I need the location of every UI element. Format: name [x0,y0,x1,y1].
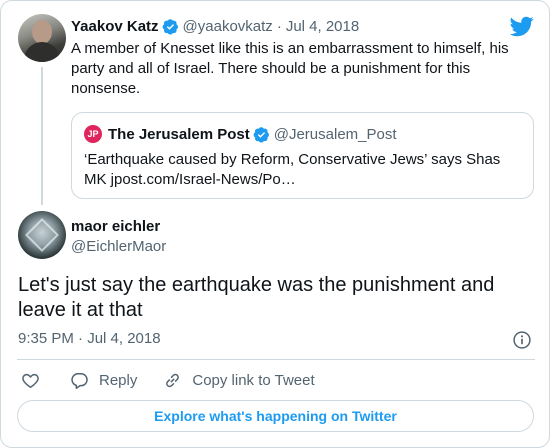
reply-button[interactable]: Reply [70,371,137,390]
twitter-bird-icon[interactable] [510,14,534,38]
like-button[interactable] [21,371,40,390]
tweet-embed-card: Yaakov Katz @yaakovkatz · Jul 4, 2018 A … [0,0,550,448]
quoted-author-handle: @Jerusalem_Post [273,125,397,143]
heart-icon [22,373,39,388]
parent-tweet-text: A member of Knesset like this is an emba… [71,40,509,97]
parent-author-handle[interactable]: @yaakovkatz [183,18,273,35]
explore-twitter-button[interactable]: Explore what's happening on Twitter [17,400,534,432]
link-icon [166,373,180,387]
parent-author-avatar[interactable] [18,14,66,62]
copy-link-label: Copy link to Tweet [192,371,315,389]
avatar-body [24,42,60,62]
speech-bubble-icon [71,372,88,389]
divider [17,359,535,360]
avatar-pattern [25,218,59,252]
parent-tweet-header: Yaakov Katz @yaakovkatz · Jul 4, 2018 [71,16,359,36]
avatar-face [32,20,52,44]
info-icon[interactable] [512,330,532,350]
copy-link-button[interactable]: Copy link to Tweet [163,371,315,390]
thread-connector-line [41,67,43,205]
quoted-tweet-header: JP The Jerusalem Post @Jerusalem_Post [84,124,397,144]
reply-label: Reply [99,371,138,389]
parent-author-name[interactable]: Yaakov Katz [71,18,159,35]
verified-badge-icon [253,126,269,143]
parent-tweet-date[interactable]: Jul 4, 2018 [286,18,359,35]
verified-badge-icon [162,18,178,35]
quoted-tweet-text: ‘Earthquake caused by Reform, Conservati… [84,151,501,188]
separator-dot: · [276,17,282,35]
tweet-actions: Reply Copy link to Tweet [21,369,315,391]
main-author-avatar[interactable] [18,211,66,259]
main-author-name[interactable]: maor eichler [71,218,160,235]
quoted-author-name: The Jerusalem Post [108,125,250,143]
quoted-tweet[interactable]: JP The Jerusalem Post @Jerusalem_Post ‘E… [71,112,534,199]
main-tweet-text: Let's just say the earthquake was the pu… [18,274,495,321]
main-tweet-timestamp[interactable]: 9:35 PM · Jul 4, 2018 [18,330,161,347]
jerusalem-post-logo-icon: JP [84,125,102,143]
main-author-handle[interactable]: @EichlerMaor [71,238,166,255]
